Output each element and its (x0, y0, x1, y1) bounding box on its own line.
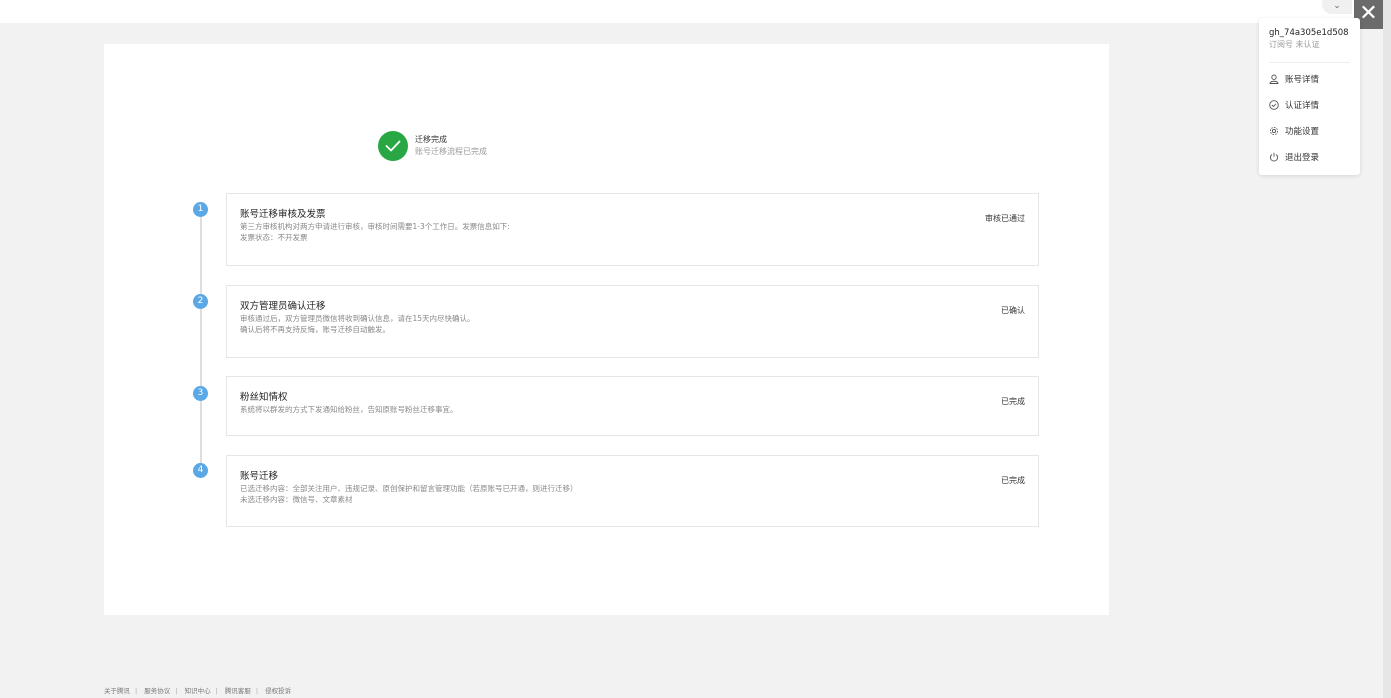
step-number-3: 3 (193, 386, 208, 401)
step-1-box: 账号迁移审核及发票 第三方审核机构对两方申请进行审核，审核时间需要1-3个工作日… (226, 193, 1039, 266)
account-type: 订阅号 未认证 (1269, 40, 1320, 49)
footer-link-about[interactable]: 关于腾讯 (104, 687, 130, 695)
menu-item-account-details[interactable]: 账号详情 (1269, 73, 1319, 85)
footer-link-customer-service[interactable]: 腾讯客服 (225, 687, 251, 695)
step-title: 粉丝知情权 (240, 392, 288, 403)
step-description: 已选迁移内容：全部关注用户、违规记录、原创保护和留言管理功能（若原账号已开通，则… (240, 484, 578, 493)
step-number-2: 2 (193, 294, 208, 309)
menu-item-label: 退出登录 (1285, 153, 1320, 163)
footer-link-knowledge-center[interactable]: 知识中心 (185, 687, 211, 695)
divider (1269, 62, 1350, 63)
check-circle-icon (378, 131, 408, 161)
step-title: 账号迁移 (240, 471, 279, 482)
step-description: 确认后将不再支持反悔，账号迁移自动触发。 (240, 325, 390, 334)
success-banner: 迁移完成 账号迁移流程已完成 (378, 131, 487, 161)
step-3-box: 粉丝知情权 系统将以群发的方式下发通知给粉丝，告知原账号粉丝迁移事宜。 已完成 (226, 376, 1039, 436)
step-title: 双方管理员确认迁移 (240, 301, 326, 312)
step-description: 系统将以群发的方式下发通知给粉丝，告知原账号粉丝迁移事宜。 (240, 405, 458, 414)
footer: 关于腾讯 | 服务协议 | 知识中心 | 腾讯客服 | 侵权投诉 (104, 687, 292, 695)
step-description: 第三方审核机构对两方申请进行审核，审核时间需要1-3个工作日。发票信息如下: (240, 222, 510, 231)
success-subtitle: 账号迁移流程已完成 (415, 147, 487, 156)
step-number-1: 1 (193, 202, 208, 217)
account-dropdown: gh_74a305e1d508 订阅号 未认证 账号详情 认证详情 功能设置 退… (1259, 18, 1360, 175)
menu-item-logout[interactable]: 退出登录 (1269, 151, 1319, 163)
step-description: 未选迁移内容：微信号、文章素材 (240, 495, 353, 504)
menu-item-label: 功能设置 (1285, 127, 1320, 137)
step-status: 已完成 (1001, 397, 1025, 406)
user-icon (1269, 74, 1279, 84)
step-status: 已完成 (1001, 476, 1025, 485)
success-title: 迁移完成 (415, 135, 447, 144)
chevron-down-icon[interactable]: ⌄ (1322, 0, 1352, 14)
footer-link-infringement-complaint[interactable]: 侵权投诉 (265, 687, 291, 695)
step-status: 审核已通过 (985, 214, 1025, 223)
scrollbar[interactable] (1383, 0, 1391, 698)
top-bar (0, 0, 1383, 23)
account-name: gh_74a305e1d508 (1269, 28, 1349, 38)
check-circle-outline-icon (1269, 100, 1279, 110)
menu-item-label: 认证详情 (1285, 101, 1320, 111)
gear-icon (1269, 126, 1279, 136)
step-status: 已确认 (1001, 306, 1025, 315)
step-title: 账号迁移审核及发票 (240, 209, 326, 220)
footer-link-service-agreement[interactable]: 服务协议 (144, 687, 170, 695)
menu-item-label: 账号详情 (1285, 75, 1320, 85)
power-icon (1269, 152, 1279, 162)
step-number-4: 4 (193, 463, 208, 478)
step-4-box: 账号迁移 已选迁移内容：全部关注用户、违规记录、原创保护和留言管理功能（若原账号… (226, 455, 1039, 527)
timeline-line (200, 210, 202, 470)
step-2-box: 双方管理员确认迁移 审核通过后，双方管理员微信将收到确认信息，请在15天内尽快确… (226, 285, 1039, 358)
step-description: 审核通过后，双方管理员微信将收到确认信息，请在15天内尽快确认。 (240, 314, 475, 323)
step-description: 发票状态：不开发票 (240, 233, 308, 242)
menu-item-feature-settings[interactable]: 功能设置 (1269, 125, 1319, 137)
menu-item-verification-details[interactable]: 认证详情 (1269, 99, 1319, 111)
